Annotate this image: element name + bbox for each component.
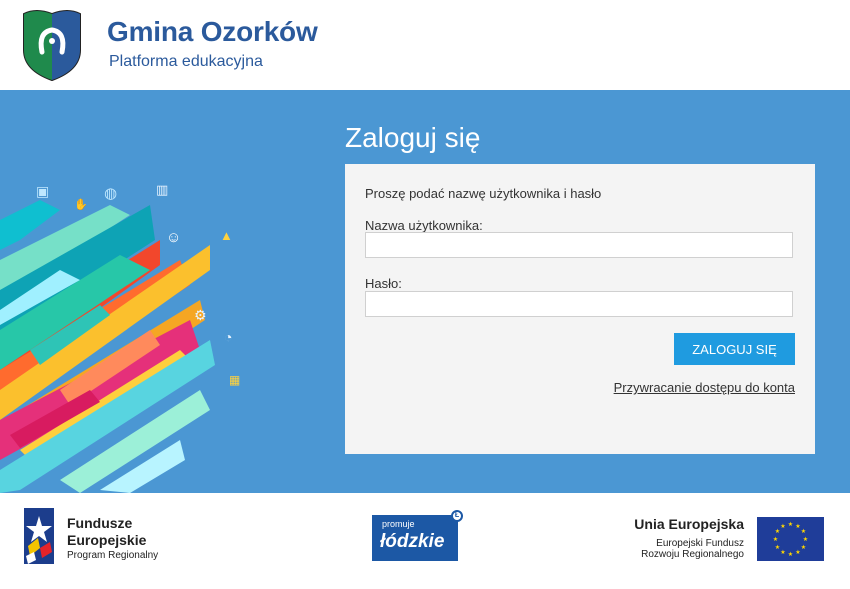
eu-fund-line1: Europejski Fundusz [656, 538, 744, 549]
fe-title-line1: Fundusze [67, 515, 133, 531]
svg-text:★: ★ [801, 528, 806, 535]
fe-title-line2: Europejskie [67, 532, 147, 548]
coat-of-arms-icon[interactable] [20, 8, 84, 82]
password-label: Hasło: [365, 276, 402, 291]
username-input[interactable] [365, 232, 793, 258]
svg-text:▣: ▣ [36, 183, 49, 199]
password-input[interactable] [365, 291, 793, 317]
svg-text:▲: ▲ [220, 228, 233, 243]
svg-text:✋: ✋ [74, 198, 88, 211]
site-header: Gmina Ozorków Platforma edukacyjna [0, 0, 850, 90]
site-footer: Fundusze Europejskie Program Regionalny … [0, 493, 850, 589]
lodzkie-promuje-text: promuje [382, 519, 415, 529]
login-heading: Zaloguj się [345, 122, 481, 153]
svg-text:⚙: ⚙ [194, 307, 207, 323]
svg-text:◔: ◔ [224, 329, 232, 345]
decorative-arrows-graphic: ▣ ◍ ▥ ✋ ☺ ▲ ⚙ ◔ ▦ [0, 182, 240, 493]
username-label: Nazwa użytkownika: [365, 218, 483, 233]
svg-text:▦: ▦ [229, 373, 240, 387]
login-prompt: Proszę podać nazwę użytkownika i hasło [365, 186, 602, 201]
lodzkie-logo: promuje łódzkie [372, 515, 458, 561]
svg-text:◍: ◍ [104, 185, 117, 202]
lodzkie-badge-icon: Ł [451, 510, 463, 522]
site-title[interactable]: Gmina Ozorków [107, 16, 318, 48]
svg-text:★: ★ [773, 536, 778, 543]
svg-text:▥: ▥ [156, 182, 168, 197]
svg-text:★: ★ [788, 521, 793, 528]
site-subtitle: Platforma edukacyjna [109, 53, 263, 70]
fe-program-label: Program Regionalny [67, 550, 159, 561]
svg-text:★: ★ [788, 551, 793, 558]
eu-title: Unia Europejska [634, 516, 744, 532]
hero-section: ▣ ◍ ▥ ✋ ☺ ▲ ⚙ ◔ ▦ Zaloguj się Proszę pod… [0, 90, 850, 493]
eu-funds-star-icon [22, 506, 56, 566]
svg-text:★: ★ [775, 544, 780, 551]
svg-text:★: ★ [780, 549, 785, 556]
lodzkie-name-text: łódzkie [380, 531, 445, 552]
login-button[interactable]: ZALOGUJ SIĘ [674, 333, 795, 365]
eu-flag-icon: ★ ★ ★ ★ ★ ★ ★ ★ ★ ★ ★ ★ [757, 517, 824, 561]
eu-fund-line2: Rozwoju Regionalnego [641, 549, 744, 560]
svg-text:★: ★ [780, 523, 785, 530]
recover-access-link[interactable]: Przywracanie dostępu do konta [614, 380, 795, 395]
svg-text:☺: ☺ [166, 229, 181, 246]
login-card: Proszę podać nazwę użytkownika i hasło N… [345, 164, 815, 454]
svg-text:★: ★ [801, 544, 806, 551]
svg-text:★: ★ [803, 536, 808, 543]
svg-text:★: ★ [795, 549, 800, 556]
